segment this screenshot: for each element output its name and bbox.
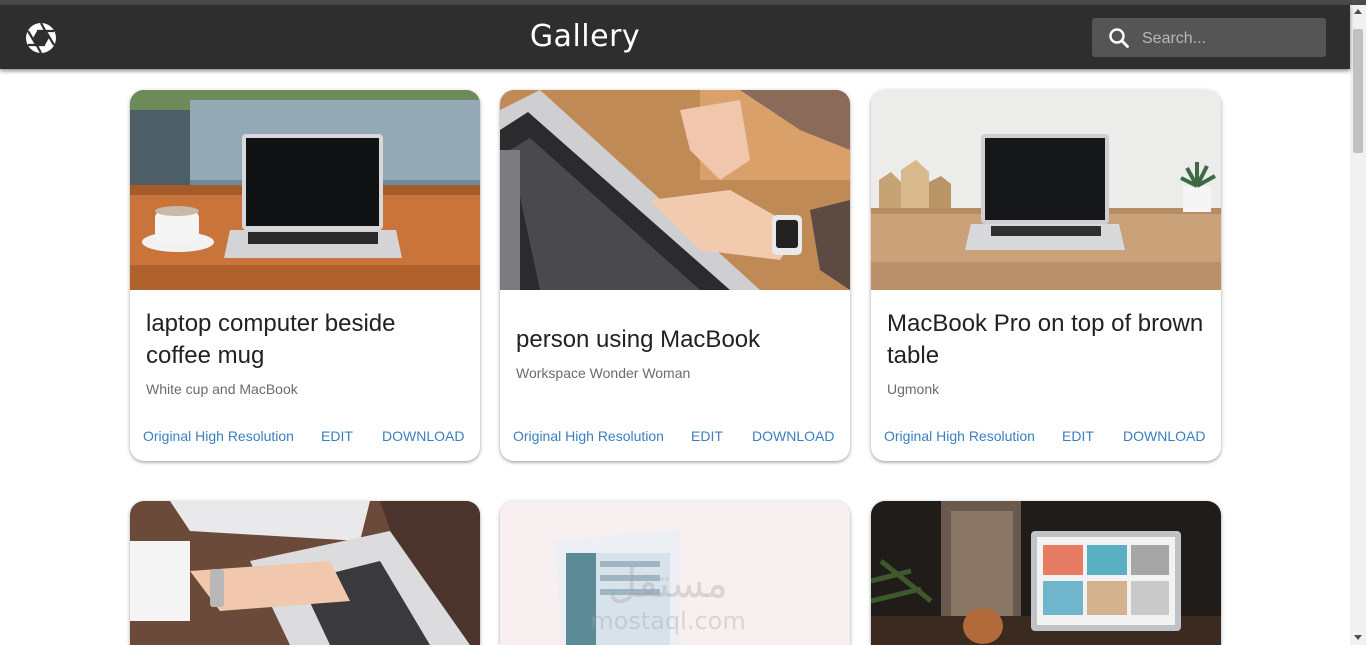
card-content: laptop computer beside coffee mug White … [146, 290, 466, 415]
edit-button[interactable]: EDIT [321, 428, 353, 444]
card-photo-laptop-coffee [130, 90, 480, 290]
search-input[interactable] [1140, 18, 1324, 59]
download-button[interactable]: DOWNLOAD [1123, 428, 1205, 444]
watermark-arabic: مستقل [608, 561, 728, 607]
search-box[interactable] [1092, 18, 1326, 59]
watermark-url: mostaql.com [590, 607, 745, 635]
photo-card: person using MacBook Workspace Wonder Wo… [500, 90, 850, 461]
photo-card: MacBook Pro on top of brown table Ugmonk… [871, 90, 1221, 461]
original-high-resolution-link[interactable]: Original High Resolution [884, 428, 1035, 444]
edit-button[interactable]: EDIT [691, 428, 723, 444]
card-title: MacBook Pro on top of brown table [887, 310, 1204, 369]
original-high-resolution-link[interactable]: Original High Resolution [143, 428, 294, 444]
card-content: MacBook Pro on top of brown table Ugmonk [887, 290, 1207, 415]
card-title: laptop computer beside coffee mug [146, 310, 396, 369]
card-subtitle: Ugmonk [887, 381, 940, 397]
download-button[interactable]: DOWNLOAD [382, 428, 464, 444]
card-title: person using MacBook [516, 326, 761, 353]
scroll-up-arrow-icon[interactable] [1354, 9, 1362, 14]
card-photo-hands-typing [130, 501, 480, 645]
photo-card [130, 501, 480, 645]
card-photo-person-typing [500, 90, 850, 290]
app-title: Gallery [529, 19, 641, 54]
download-button[interactable]: DOWNLOAD [752, 428, 834, 444]
card-subtitle: Workspace Wonder Woman [516, 365, 691, 381]
photo-card: مستقل mostaql.com [500, 501, 850, 645]
original-high-resolution-link[interactable]: Original High Resolution [513, 428, 664, 444]
card-photo-laptop-blurred: مستقل mostaql.com [500, 501, 850, 645]
card-content: person using MacBook Workspace Wonder Wo… [516, 290, 836, 415]
page-scrollbar[interactable] [1350, 5, 1366, 645]
edit-button[interactable]: EDIT [1062, 428, 1094, 444]
photo-card: laptop computer beside coffee mug White … [130, 90, 480, 461]
scrollbar-thumb[interactable] [1353, 29, 1363, 153]
app-bar: Gallery [0, 5, 1350, 69]
search-icon [1109, 28, 1129, 48]
photo-card [871, 501, 1221, 645]
card-photo-laptop-dark-room [871, 501, 1221, 645]
card-photo-macbook-table [871, 90, 1221, 290]
card-subtitle: White cup and MacBook [146, 381, 298, 397]
scroll-down-arrow-icon[interactable] [1354, 635, 1362, 640]
